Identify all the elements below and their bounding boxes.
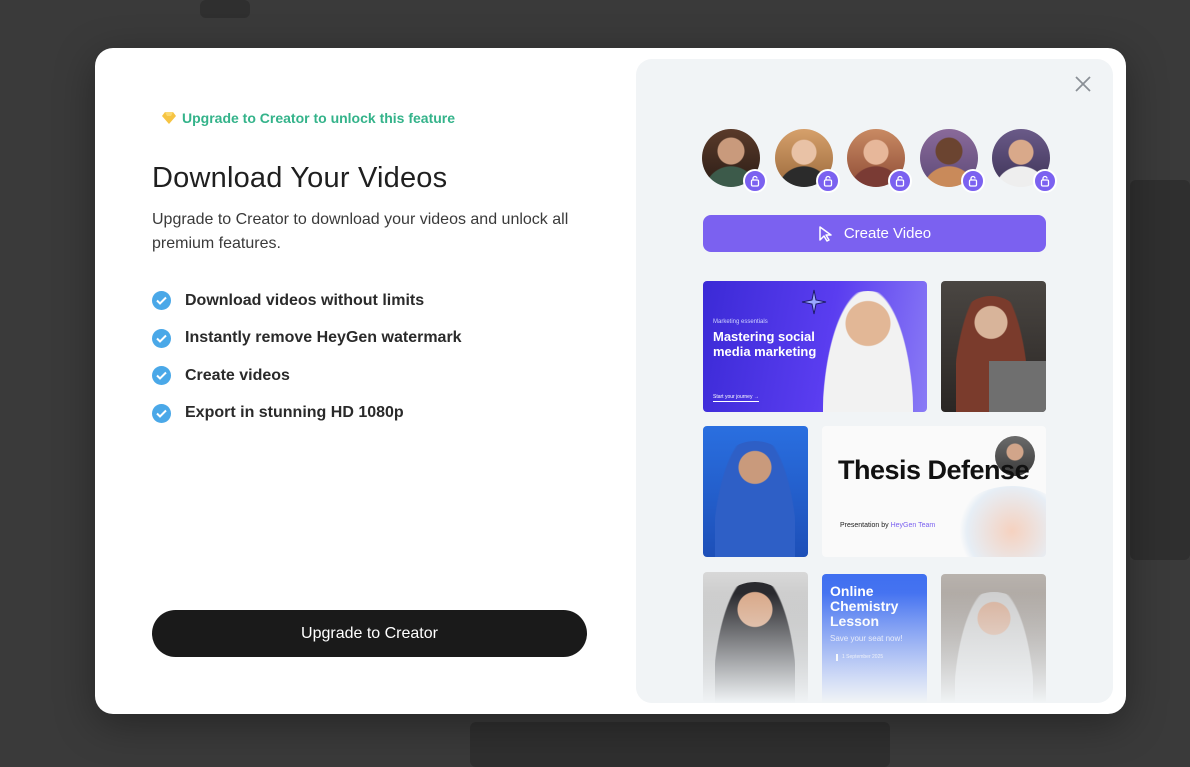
lock-icon	[888, 169, 912, 193]
template-title: Thesis Defense	[838, 455, 1030, 485]
feature-label: Instantly remove HeyGen watermark	[185, 329, 462, 347]
presenter-image	[823, 291, 913, 412]
template-marketing[interactable]: Marketing essentials Mastering social me…	[703, 281, 927, 412]
feature-label: Create videos	[185, 366, 290, 384]
modal-subtitle: Upgrade to Creator to download your vide…	[152, 211, 569, 252]
template-title-text: Thesis Defense	[838, 455, 1030, 485]
promo-banner: Upgrade to Creator to unlock this featur…	[162, 110, 455, 126]
cursor-icon	[819, 226, 832, 242]
avatar[interactable]	[919, 129, 985, 193]
template-presenter-laptop[interactable]	[941, 281, 1046, 412]
backdrop-block	[470, 722, 890, 767]
gem-icon	[162, 112, 176, 124]
check-icon	[152, 403, 171, 423]
template-byline: Presentation by HeyGen Team	[840, 522, 935, 529]
check-icon	[152, 328, 171, 348]
check-icon	[152, 291, 171, 311]
promo-text: Upgrade to Creator to unlock this featur…	[182, 110, 456, 126]
template-presenter-blue[interactable]	[703, 426, 808, 557]
backdrop-block	[200, 0, 250, 18]
modal-title: Download Your Videos	[152, 162, 448, 194]
byline-prefix: Presentation by	[840, 522, 891, 529]
feature-label: Download videos without limits	[185, 291, 425, 309]
presenter-image	[715, 582, 795, 703]
check-icon	[152, 366, 171, 386]
template-date: 1 September 2025	[836, 654, 883, 661]
lock-icon	[1033, 169, 1057, 193]
template-title: Online Chemistry Lesson	[830, 583, 899, 629]
template-chemistry[interactable]: Online Chemistry Lesson Save your seat n…	[822, 574, 927, 703]
template-kicker: Marketing essentials	[713, 319, 768, 325]
create-video-button[interactable]: Create Video	[703, 215, 1046, 252]
avatar[interactable]	[702, 129, 767, 193]
template-cta: Start your journey →	[713, 394, 759, 402]
avatar-row	[702, 129, 1057, 193]
modal-left-panel: Upgrade to Creator to unlock this featur…	[152, 48, 592, 714]
template-subtitle: Save your seat now!	[830, 634, 903, 643]
laptop-image	[989, 361, 1046, 412]
avatar[interactable]	[992, 129, 1057, 193]
create-video-label: Create Video	[843, 225, 932, 242]
template-title: Mastering social media marketing	[713, 329, 817, 359]
feature-list: Download videos without limits Instantly…	[152, 282, 462, 432]
template-presenter-suit[interactable]	[703, 572, 808, 703]
feature-item: Export in stunning HD 1080p	[152, 395, 462, 433]
lock-icon	[960, 169, 985, 193]
byline-brand: HeyGen Team	[890, 522, 936, 529]
lock-icon	[743, 169, 767, 193]
close-icon[interactable]	[1071, 72, 1095, 96]
upgrade-to-creator-button[interactable]: Upgrade to Creator	[152, 610, 587, 657]
template-presenter-woman[interactable]	[941, 574, 1046, 703]
feature-item: Create videos	[152, 357, 462, 395]
modal-right-panel: Create Video Marketing essentials Master…	[636, 59, 1113, 703]
lock-icon	[815, 169, 840, 193]
feature-item: Instantly remove HeyGen watermark	[152, 320, 462, 358]
decorative-swirl	[952, 486, 1046, 557]
backdrop-block	[1130, 180, 1190, 560]
sparkle-icon	[801, 289, 827, 315]
template-thesis[interactable]: Thesis Defense Presentation by HeyGen Te…	[822, 426, 1046, 557]
avatar[interactable]	[774, 129, 840, 193]
feature-label: Export in stunning HD 1080p	[185, 404, 404, 422]
upgrade-modal: Upgrade to Creator to unlock this featur…	[95, 48, 1126, 714]
feature-item: Download videos without limits	[152, 282, 462, 320]
presenter-image	[715, 441, 795, 557]
presenter-image	[955, 592, 1033, 703]
avatar[interactable]	[847, 129, 912, 193]
